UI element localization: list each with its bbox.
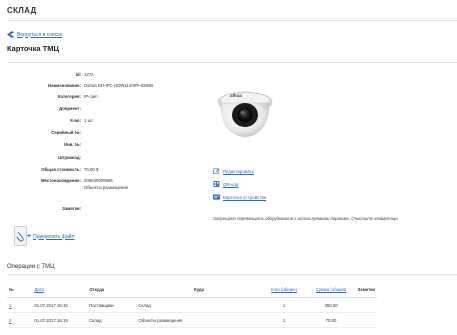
chevron-left-icon [7, 31, 14, 38]
attach-file-button[interactable]: + Прикрепить файл [27, 233, 74, 240]
row-to: Склад [136, 297, 262, 313]
header-divider [7, 20, 457, 21]
field-label-serial: Серийный №: [51, 130, 81, 135]
field-label-document: Документ: [59, 106, 81, 111]
row-sum: 70.00 [306, 312, 356, 328]
operations-divider [7, 274, 457, 275]
field-value-quantity: 1 шт. [84, 118, 94, 123]
field-value-total-cost: 70.00 $ [84, 167, 99, 172]
operations-table: № Дата Откуда Куда К-во (общее) Сумма (о… [7, 282, 377, 328]
row-from: Поставщики [87, 297, 137, 313]
device-card-button[interactable]: Карточка устройства [213, 194, 266, 200]
col-sum-sort[interactable]: Сумма (общая) [306, 282, 356, 298]
field-label-notes: Заметки: [62, 206, 81, 211]
row-number-link[interactable]: 2 [7, 312, 33, 328]
table-row: 1 01.07.2017 16:15 Поставщики Склад 1 35… [7, 297, 377, 313]
row-notes [355, 312, 377, 328]
plus-icon: + [27, 233, 32, 240]
row-sum: 350.00 [306, 297, 356, 313]
operations-title: Операции с ТМЦ [7, 264, 55, 270]
edit-icon [213, 168, 220, 174]
camera-brand-label: alhua [230, 93, 242, 98]
col-quantity-sort[interactable]: К-во (общее) [261, 282, 307, 298]
col-from: Откуда [87, 282, 137, 298]
back-link[interactable]: Вернуться в список [7, 31, 62, 38]
field-value-location-code: 206030000655 [84, 178, 113, 183]
field-label-location: Местонахождение: [40, 178, 81, 183]
field-label-category: Категория: [57, 94, 81, 99]
field-value-name: Dahua DH-IPC-HDW1120SP-0280B [84, 83, 154, 88]
title-divider [7, 62, 457, 63]
row-notes [355, 297, 377, 313]
field-label-quantity: К-во: [70, 118, 81, 123]
col-number: № [7, 282, 33, 298]
row-date: 01.07.2017 16:19 [32, 312, 88, 328]
col-to: Куда [136, 282, 262, 298]
table-row: 2 01.07.2017 16:19 Склад Объекты размеще… [7, 312, 377, 328]
device-card-icon [213, 194, 220, 200]
col-date-sort[interactable]: Дата [32, 282, 88, 298]
field-label-total-cost: Общая стоимость: [41, 167, 81, 172]
device-card-label: Карточка устройства [223, 194, 267, 200]
row-to: Объекты размещения [136, 312, 262, 328]
app-title: СКЛАД [7, 6, 37, 15]
qr-code-icon [213, 181, 220, 187]
field-label-name: Наименование: [48, 83, 81, 88]
warning-text: Запрещено перемещать оборудование с испо… [213, 216, 398, 221]
field-value-id: 1272 [84, 72, 94, 77]
row-quantity: 1 [261, 312, 307, 328]
edit-label: Редактировать [223, 168, 255, 174]
field-label-inventory: Инв. №: [64, 142, 81, 147]
qr-code-label: QR-код [223, 181, 239, 187]
back-link-label: Вернуться в список [17, 31, 63, 38]
row-quantity: 1 [261, 297, 307, 313]
edit-button[interactable]: Редактировать [213, 168, 254, 174]
row-from: Склад [87, 312, 137, 328]
table-header-row: № Дата Откуда Куда К-во (общее) Сумма (о… [7, 282, 377, 298]
row-number-link[interactable]: 1 [7, 297, 33, 313]
row-date: 01.07.2017 16:15 [32, 297, 88, 313]
product-image: alhua [217, 91, 273, 138]
qr-code-button[interactable]: QR-код [213, 181, 238, 187]
field-value-location-name: Объекты размещения [84, 185, 128, 190]
attach-file-label: Прикрепить файл [33, 233, 75, 240]
page-title: Карточка ТМЦ [7, 44, 59, 53]
field-label-barcode: Штрихкод: [58, 155, 81, 160]
col-notes: Заметки [355, 282, 377, 298]
field-value-category: IP-cam [84, 94, 98, 99]
field-label-id: id: [75, 72, 81, 77]
attachment-area[interactable] [14, 226, 27, 246]
paperclip-icon [16, 231, 24, 242]
